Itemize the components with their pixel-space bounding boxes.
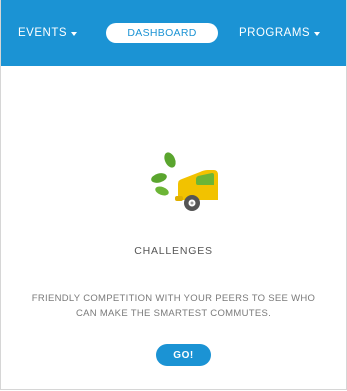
nav-programs-label: PROGRAMS: [239, 27, 311, 39]
challenges-car-icon: [146, 148, 222, 218]
card-title: CHALLENGES: [134, 245, 213, 257]
nav-dashboard-tab[interactable]: DASHBOARD: [106, 23, 218, 43]
top-nav-bar: EVENTS DASHBOARD PROGRAMS: [1, 0, 346, 66]
nav-events-label: EVENTS: [18, 27, 68, 39]
page-frame: EVENTS DASHBOARD PROGRAMS CHALLENGES FRI…: [0, 0, 347, 390]
go-button-label: GO!: [173, 349, 194, 361]
nav-dashboard-label: DASHBOARD: [127, 27, 197, 39]
go-button[interactable]: GO!: [156, 344, 211, 366]
nav-events-dropdown[interactable]: EVENTS: [18, 27, 78, 39]
chevron-down-icon: [71, 32, 78, 36]
card-description: FRIENDLY COMPETITION WITH YOUR PEERS TO …: [31, 293, 316, 319]
nav-programs-dropdown[interactable]: PROGRAMS: [239, 27, 321, 39]
chevron-down-icon: [314, 32, 321, 36]
